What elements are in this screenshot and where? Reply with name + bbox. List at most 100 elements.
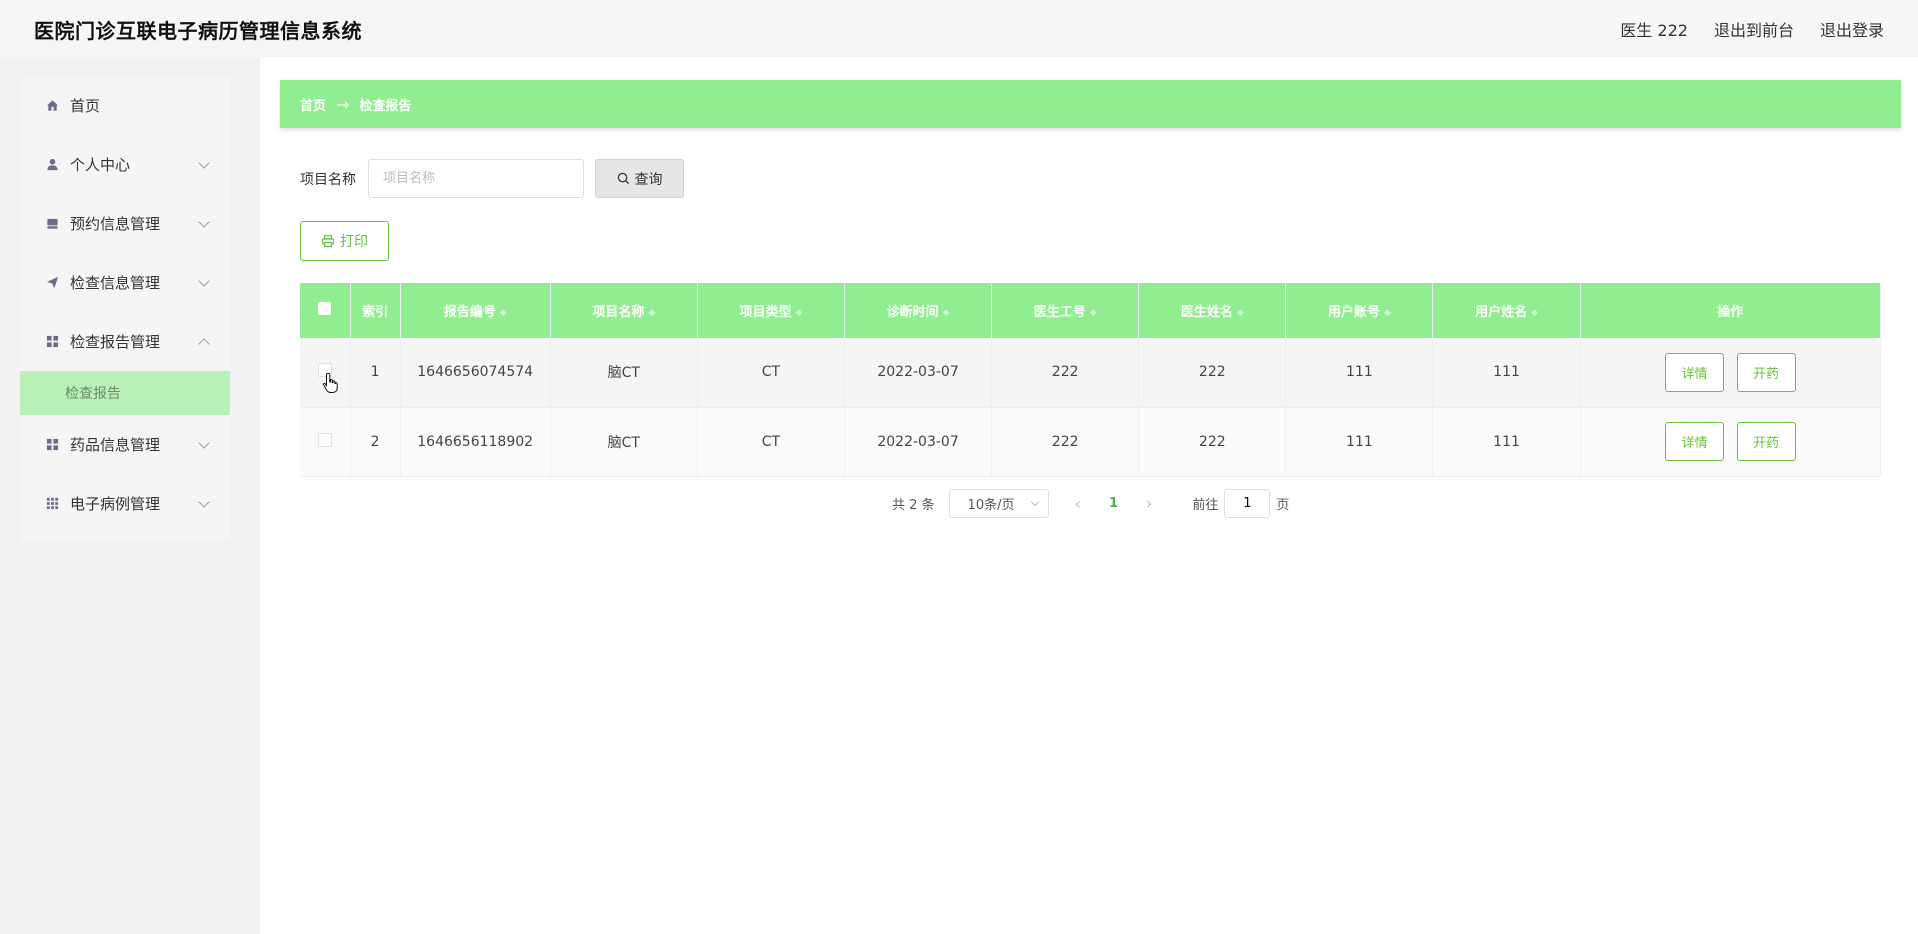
table-cell: 222	[991, 338, 1140, 408]
search-bar: 项目名称 查询	[300, 159, 684, 198]
column-header[interactable]: 医生姓名 ◆	[1138, 283, 1287, 338]
back-to-front-link[interactable]: 退出到前台	[1714, 17, 1794, 41]
breadcrumb-current: 检查报告	[359, 98, 412, 114]
sidebar-item-appointment[interactable]: 预约信息管理	[20, 194, 230, 253]
home-icon	[44, 98, 60, 114]
table-cell: 脑CT	[550, 407, 698, 477]
column-header[interactable]: 用户账号 ◆	[1285, 283, 1434, 338]
breadcrumb-arrow: →	[336, 94, 350, 114]
sidebar-item-exam-report[interactable]: 检查报告管理	[20, 312, 230, 371]
column-header: 索引	[350, 283, 401, 338]
sidebar-subitem-exam-report[interactable]: 检查报告	[20, 371, 230, 415]
column-header-label: 用户姓名	[1475, 305, 1528, 320]
sidebar-item-label: 预约信息管理	[70, 215, 161, 233]
column-header-label: 医生工号	[1033, 305, 1086, 320]
search-label: 项目名称	[300, 171, 356, 188]
table-cell: 2022-03-07	[844, 407, 993, 477]
table-row: 1 1646656074574 脑CT CT 2022-03-07 222 22…	[300, 338, 1882, 408]
chevron-down-icon	[1030, 497, 1039, 506]
table-cell: 2022-03-07	[844, 338, 993, 408]
table-cell: CT	[697, 338, 845, 408]
select-all-header[interactable]	[300, 283, 351, 338]
column-header[interactable]: 用户姓名 ◆	[1432, 283, 1581, 338]
breadcrumb-home[interactable]: 首页	[300, 95, 326, 114]
logout-link[interactable]: 退出登录	[1820, 17, 1884, 41]
row-actions: 详情 开药	[1580, 407, 1882, 477]
search-icon	[617, 172, 629, 185]
grid-icon	[44, 437, 60, 453]
table-cell: 111	[1285, 338, 1434, 408]
row-checkbox[interactable]	[317, 432, 332, 447]
print-button-label: 打印	[340, 234, 368, 250]
table-row: 2 1646656118902 脑CT CT 2022-03-07 222 22…	[300, 407, 1882, 477]
table-cell: CT	[697, 407, 845, 477]
sidebar-item-medical-record[interactable]: 电子病例管理	[20, 474, 230, 533]
sidebar-item-label: 检查信息管理	[70, 274, 161, 292]
print-button[interactable]: 打印	[300, 221, 389, 261]
sidebar-item-label: 首页	[70, 97, 101, 115]
next-page-icon[interactable]: ›	[1146, 494, 1152, 513]
sort-icon[interactable]: ◆	[648, 308, 655, 318]
chevron-down-icon	[198, 274, 210, 287]
sidebar-item-label: 电子病例管理	[70, 495, 161, 513]
table-cell: 222	[991, 407, 1140, 477]
column-header[interactable]: 项目名称 ◆	[550, 283, 698, 338]
sidebar-item-exam-info[interactable]: 检查信息管理	[20, 253, 230, 312]
column-header[interactable]: 项目类型 ◆	[697, 283, 845, 338]
chevron-down-icon	[198, 156, 210, 169]
table-cell: 111	[1285, 407, 1434, 477]
chevron-down-icon	[198, 436, 210, 449]
column-header[interactable]: 医生工号 ◆	[991, 283, 1140, 338]
breadcrumb: 首页 → 检查报告	[280, 80, 1901, 128]
page-size-select[interactable]: 10条/页	[948, 489, 1049, 518]
sidebar-item-medicine[interactable]: 药品信息管理	[20, 415, 230, 474]
apps-icon	[44, 496, 60, 512]
goto-suffix: 页	[1276, 498, 1290, 513]
hand-cursor-icon	[322, 372, 340, 398]
current-user: 医生 222	[1620, 21, 1688, 40]
page-size-value: 10条/页	[967, 498, 1015, 513]
search-button[interactable]: 查询	[595, 159, 684, 198]
column-header-label: 用户账号	[1327, 305, 1380, 320]
grid-icon	[44, 334, 60, 350]
chevron-down-icon	[198, 215, 210, 228]
table-cell: 1	[350, 338, 401, 408]
send-icon	[44, 275, 60, 291]
sort-icon[interactable]: ◆	[1384, 308, 1391, 318]
search-input[interactable]	[368, 159, 584, 198]
sort-icon[interactable]: ◆	[500, 308, 507, 318]
column-header[interactable]: 报告编号 ◆	[400, 283, 551, 338]
search-button-label: 查询	[634, 171, 663, 188]
goto-page-input[interactable]	[1224, 489, 1271, 518]
column-header-label: 项目类型	[739, 305, 792, 320]
pagination: 共 2 条 10条/页 ‹ 1 › 前往 页	[892, 489, 1289, 518]
column-header-label: 报告编号	[443, 305, 496, 320]
table-header-row: 索引 报告编号 ◆ 项目名称 ◆ 项目类型 ◆ 诊断时间 ◆ 医生工号 ◆ 医生姓名 ◆ 用…	[300, 283, 1882, 338]
goto-page: 前往 页	[1192, 489, 1289, 518]
chevron-up-icon	[198, 337, 210, 350]
sort-icon[interactable]: ◆	[1531, 308, 1538, 318]
prescribe-button[interactable]: 开药	[1736, 422, 1796, 461]
detail-button[interactable]: 详情	[1665, 422, 1725, 461]
select-all-checkbox[interactable]	[318, 302, 332, 315]
sidebar-item-home[interactable]: 首页	[20, 76, 230, 135]
sort-icon[interactable]: ◆	[795, 308, 802, 318]
table-cell: 111	[1432, 338, 1581, 408]
column-header-label: 诊断时间	[886, 305, 939, 320]
app-title: 医院门诊互联电子病历管理信息系统	[34, 18, 362, 43]
prev-page-icon[interactable]: ‹	[1075, 494, 1081, 513]
pagination-total: 共 2 条	[892, 498, 935, 513]
goto-prefix: 前往	[1192, 498, 1219, 513]
prescribe-button[interactable]: 开药	[1736, 352, 1796, 392]
sidebar-item-personal-center[interactable]: 个人中心	[20, 135, 230, 194]
page-number[interactable]: 1	[1109, 496, 1118, 511]
header-actions: 医生 222 退出到前台 退出登录	[1620, 17, 1884, 41]
column-header[interactable]: 诊断时间 ◆	[844, 283, 993, 338]
row-actions: 详情 开药	[1580, 338, 1882, 408]
detail-button[interactable]: 详情	[1665, 352, 1725, 392]
column-header-label: 项目名称	[592, 305, 645, 320]
sort-icon[interactable]: ◆	[1237, 308, 1244, 318]
sort-icon[interactable]: ◆	[1090, 308, 1097, 318]
table-cell: 111	[1432, 407, 1581, 477]
sort-icon[interactable]: ◆	[943, 308, 950, 318]
